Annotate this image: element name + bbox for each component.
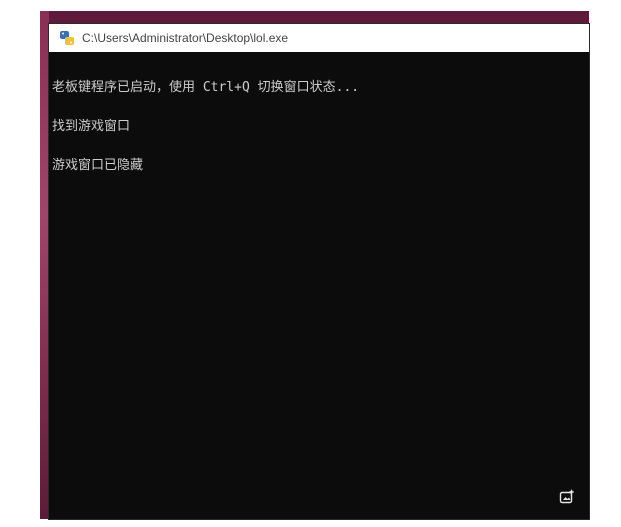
- console-window: C:\Users\Administrator\Desktop\lol.exe 老…: [49, 24, 589, 519]
- screenshot-icon[interactable]: [559, 489, 575, 505]
- console-line: 找到游戏窗口: [52, 119, 131, 134]
- window-title: C:\Users\Administrator\Desktop\lol.exe: [82, 31, 289, 45]
- desktop-wallpaper-edge: [40, 11, 49, 519]
- console-line: 游戏窗口已隐藏: [52, 158, 144, 173]
- console-output[interactable]: 老板键程序已启动，使用 Ctrl+Q 切换窗口状态... 找到游戏窗口 游戏窗口…: [52, 55, 589, 519]
- window-titlebar[interactable]: C:\Users\Administrator\Desktop\lol.exe: [49, 24, 589, 52]
- console-line: 老板键程序已启动，使用 Ctrl+Q 切换窗口状态...: [52, 80, 360, 95]
- python-icon: [59, 30, 75, 46]
